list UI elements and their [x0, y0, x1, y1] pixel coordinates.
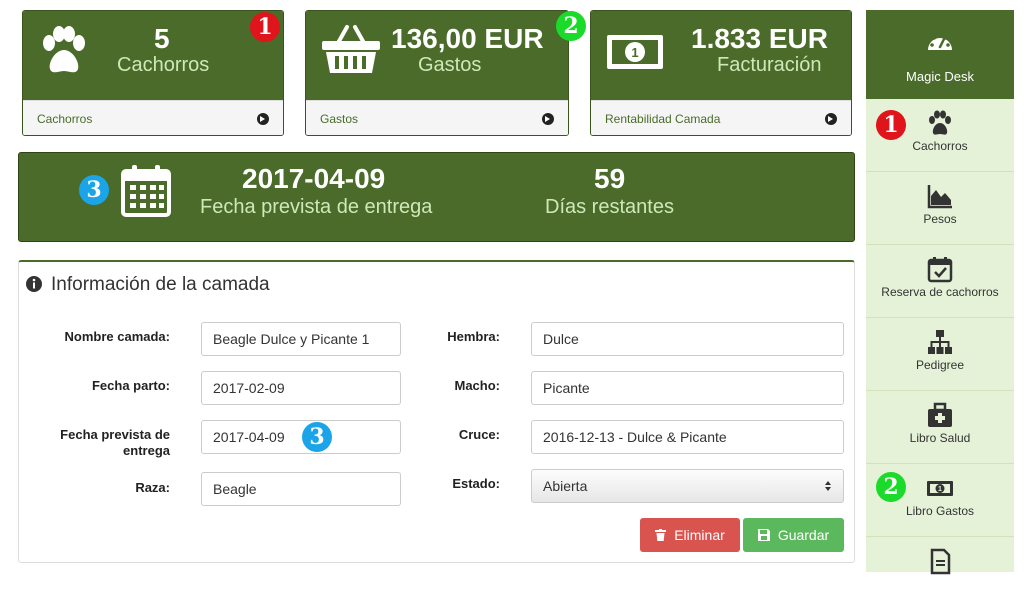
sidebar-item-reserva[interactable]: Reserva de cachorros [866, 245, 1014, 318]
stat-card-top: 5 Cachorros [23, 11, 283, 100]
input-raza-value: Beagle [213, 481, 257, 497]
days-remaining-label: Días restantes [545, 196, 674, 218]
annotation-badge-2: 2 [556, 11, 586, 41]
input-cruce-value: 2016-12-13 - Dulce & Picante [543, 429, 727, 445]
arrow-circle-right-icon [542, 112, 554, 125]
rentabilidad-link-label: Rentabilidad Camada [605, 111, 721, 126]
label-cruce: Cruce: [458, 427, 500, 442]
label-estado: Estado: [452, 476, 500, 491]
sidebar-item-pedigree[interactable]: Pedigree [866, 318, 1014, 391]
annotation-badge-1: 1 [876, 110, 906, 140]
sidebar-item-libro-salud[interactable]: Libro Salud [866, 391, 1014, 464]
input-fecha-prevista[interactable]: 2017-04-09 [201, 420, 401, 454]
sidebar-item-reserva-label: Reserva de cachorros [881, 285, 999, 299]
label-nombre-camada: Nombre camada: [64, 329, 170, 344]
stat-card-gastos: 136,00 EUR Gastos Gastos [305, 10, 569, 136]
sidebar-item-pesos[interactable]: Pesos [866, 172, 1014, 245]
cachorros-link-label: Cachorros [37, 111, 93, 126]
cachorros-label: Cachorros [117, 54, 210, 76]
document-icon [930, 548, 951, 575]
sidebar-item-pedigree-label: Pedigree [915, 358, 965, 372]
medkit-icon [928, 402, 952, 427]
label-macho: Macho: [454, 378, 501, 393]
label-fecha-parto: Fecha parto: [91, 378, 170, 393]
paw-icon [929, 110, 951, 135]
paw-icon [43, 26, 85, 73]
input-nombre-camada[interactable]: Beagle Dulce y Picante 1 [201, 322, 401, 356]
sidebar-item-cachorros-label: Cachorros [912, 139, 968, 153]
input-macho-value: Picante [543, 380, 590, 396]
rentabilidad-link[interactable]: Rentabilidad Camada [591, 100, 851, 135]
annotation-badge-2: 2 [876, 472, 906, 502]
arrow-circle-right-icon [825, 112, 837, 125]
dashboard-gauge-icon [928, 33, 952, 50]
delivery-banner: 3 2017-04-09 Fecha prevista de entrega 5… [18, 152, 855, 242]
gastos-label: Gastos [418, 54, 482, 76]
basket-icon [322, 25, 380, 73]
facturacion-amount: 1.833 EUR [691, 23, 828, 54]
delete-button-label: Eliminar [674, 527, 725, 543]
gastos-link-label: Gastos [320, 111, 359, 126]
stat-card-top: 136,00 EUR Gastos [306, 11, 568, 100]
sidebar-item-libro-salud-label: Libro Salud [909, 431, 971, 445]
svg-text:1: 1 [631, 45, 638, 60]
calendar-check-icon [927, 257, 953, 283]
select-arrows-icon [825, 481, 831, 491]
input-raza[interactable]: Beagle [201, 472, 401, 506]
cachorros-count: 5 [154, 23, 170, 54]
info-circle-icon [26, 276, 42, 292]
stat-card-cachorros: 5 Cachorros Cachorros [22, 10, 284, 136]
annotation-badge-1: 1 [250, 12, 280, 42]
gastos-amount: 136,00 EUR [391, 23, 544, 54]
sidebar-item-pesos-label: Pesos [923, 212, 957, 226]
days-remaining: 59 [594, 163, 626, 194]
label-fecha-prevista: Fecha prevista de entrega [60, 427, 170, 458]
input-hembra-value: Dulce [543, 331, 579, 347]
cachorros-link[interactable]: Cachorros [23, 100, 283, 135]
gastos-link[interactable]: Gastos [306, 100, 568, 135]
delivery-date: 2017-04-09 [242, 163, 386, 194]
sidebar-item-libro-gastos-label: Libro Gastos [905, 504, 975, 518]
money-icon: 1 [607, 35, 663, 69]
save-button[interactable]: Guardar [743, 518, 844, 552]
input-nombre-camada-value: Beagle Dulce y Picante 1 [213, 331, 370, 347]
label-hembra: Hembra: [447, 329, 500, 344]
delete-button[interactable]: Eliminar [640, 518, 740, 552]
save-button-label: Guardar [777, 527, 830, 543]
panel-title: Información de la camada [51, 274, 270, 295]
svg-text:1: 1 [938, 486, 942, 493]
sitemap-icon [928, 330, 952, 354]
input-cruce[interactable]: 2016-12-13 - Dulce & Picante [531, 420, 844, 454]
stat-card-top: 1 1.833 EUR Facturación [591, 11, 851, 100]
sidebar-header-label: Magic Desk [906, 69, 974, 84]
arrow-circle-right-icon [257, 112, 269, 125]
calendar-icon [121, 165, 171, 217]
area-chart-icon [927, 185, 952, 209]
money-icon: 1 [927, 481, 953, 496]
sidebar-header-magic-desk[interactable]: Magic Desk [866, 10, 1014, 99]
facturacion-label: Facturación [717, 54, 822, 76]
annotation-badge-3: 3 [79, 175, 109, 205]
label-raza: Raza: [135, 480, 170, 495]
trash-icon [655, 529, 667, 541]
input-fecha-parto-value: 2017-02-09 [213, 380, 285, 396]
stat-card-facturacion: 1 1.833 EUR Facturación Rentabilidad Cam… [590, 10, 852, 136]
input-hembra[interactable]: Dulce [531, 322, 844, 356]
annotation-badge-3: 3 [302, 422, 332, 452]
select-estado[interactable]: Abierta [531, 469, 844, 503]
sidebar-item-document[interactable] [866, 537, 1014, 610]
delivery-date-label: Fecha prevista de entrega [200, 196, 433, 218]
floppy-disk-icon [757, 529, 770, 541]
select-estado-value: Abierta [543, 478, 588, 494]
input-fecha-parto[interactable]: 2017-02-09 [201, 371, 401, 405]
input-macho[interactable]: Picante [531, 371, 844, 405]
input-fecha-prevista-value: 2017-04-09 [213, 429, 285, 445]
